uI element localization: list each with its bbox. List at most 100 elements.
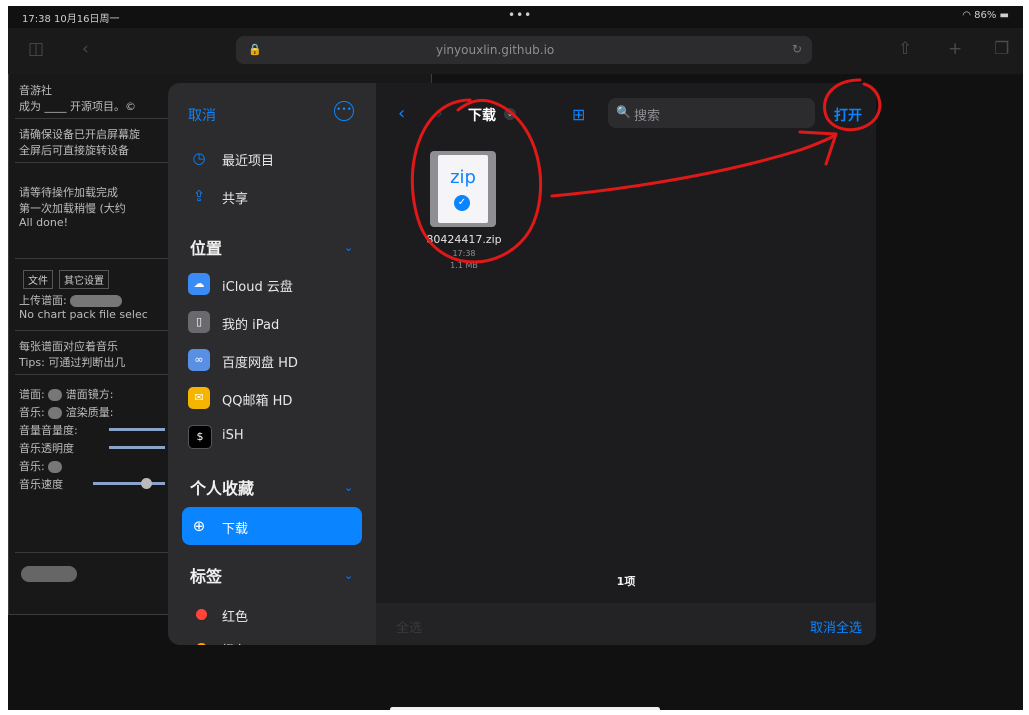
open-button[interactable]: 打开 xyxy=(834,105,862,125)
new-tab-icon[interactable]: + xyxy=(948,39,962,59)
sidebar-item-tag-orange[interactable]: 橙色 xyxy=(182,631,362,645)
more-icon[interactable]: ••• xyxy=(334,101,354,121)
icloud-icon: ☁ xyxy=(188,273,210,295)
option-toggle[interactable] xyxy=(48,461,63,473)
sidebar-item-label: 最近项目 xyxy=(222,154,275,169)
file-time: 17:38 xyxy=(452,249,476,258)
forward-icon[interactable]: › xyxy=(436,103,443,124)
upload-row: 上传谱面: xyxy=(19,292,123,308)
file-name: 80424417.zip xyxy=(426,233,502,246)
file-browser-main: ‹ › 下载 ⌄ ⊞ 🔍 搜索 打开 zip ✓ 80424417.zip 17… xyxy=(376,83,876,645)
option-row: 谱面: 谱面镜方: xyxy=(19,386,113,402)
zip-file-icon: zip ✓ xyxy=(438,155,488,223)
sidebar-item-label: 下载 xyxy=(222,522,249,537)
option-toggle[interactable] xyxy=(48,389,63,401)
sidebar-item-qq-mail[interactable]: ✉ QQ邮箱 HD xyxy=(182,381,362,415)
intro-line: 成为 ____ 开源项目。© xyxy=(19,100,136,113)
status-right: ◠ 86% ▬ xyxy=(962,10,1009,21)
share-icon[interactable]: ⇧ xyxy=(898,39,912,59)
sidebar-item-ish[interactable]: $ iSH xyxy=(182,419,362,453)
battery-icon: ▬ xyxy=(999,10,1009,21)
reload-icon[interactable]: ↻ xyxy=(792,42,802,56)
address-bar[interactable]: 🔒 yinyouxlin.github.io ↻ xyxy=(236,36,812,64)
sidebar-toggle-icon[interactable]: ◫ xyxy=(28,39,44,59)
start-button[interactable] xyxy=(21,566,77,582)
sidebar-item-label: 橙色 xyxy=(222,640,248,645)
sidebar-item-label: 红色 xyxy=(222,610,249,625)
hint-line: 请确保设备已开启屏幕旋 xyxy=(19,128,140,141)
file-picker-dialog: 取消 ••• ◷ 最近项目 ⇪ 共享 位置 ⌄ ☁ iCloud 云盘 ▯ 我的… xyxy=(168,83,876,645)
slider-label: 音量音量度: xyxy=(19,424,78,437)
search-input[interactable]: 🔍 搜索 xyxy=(608,98,815,128)
option-label: 谱面: xyxy=(19,388,45,401)
option-label: 渲染质量: xyxy=(65,406,114,419)
sidebar-item-label: 百度网盘 HD xyxy=(222,356,298,371)
ipad-icon: ▯ xyxy=(188,311,210,333)
file-size: 1.1 MB xyxy=(450,261,478,270)
sidebar-item-shared[interactable]: ⇪ 共享 xyxy=(182,179,362,213)
option-row: 音乐: xyxy=(19,458,63,474)
upload-label: 上传谱面: xyxy=(19,294,67,307)
sidebar-item-label: 我的 iPad xyxy=(222,318,280,333)
baidu-netdisk-icon: ∞ xyxy=(188,349,210,371)
folder-title[interactable]: 下载 xyxy=(468,105,496,125)
url-text: yinyouxlin.github.io xyxy=(436,43,555,57)
sidebar-item-label: 共享 xyxy=(222,192,249,207)
home-indicator[interactable] xyxy=(390,707,660,710)
slider-track[interactable] xyxy=(109,446,165,449)
search-placeholder: 搜索 xyxy=(634,109,661,124)
ish-icon: $ xyxy=(188,425,212,449)
clock-icon: ◷ xyxy=(192,149,206,167)
wifi-icon: ◠ xyxy=(962,10,971,21)
file-item[interactable]: zip ✓ 80424417.zip 17:38 1.1 MB xyxy=(414,147,514,277)
hint-line: 全屏后可直接旋转设备 xyxy=(19,144,129,157)
tab-other-settings[interactable]: 其它设置 xyxy=(59,270,109,289)
cancel-button[interactable]: 取消 xyxy=(188,105,216,125)
orange-tag-icon xyxy=(196,643,207,645)
sidebar-item-downloads[interactable]: ⊕ 下载 xyxy=(182,507,362,545)
loading-line: 第一次加载稍慢 (大约 xyxy=(19,202,126,215)
chevron-down-icon[interactable]: ⌄ xyxy=(344,569,353,582)
sidebar-item-tag-red[interactable]: 红色 xyxy=(182,597,362,631)
slider-knob[interactable] xyxy=(141,478,152,489)
bottom-toolbar: 全选 取消全选 xyxy=(376,603,876,645)
locations-header: 位置 xyxy=(190,239,223,258)
option-row: 音乐: 渲染质量: xyxy=(19,404,113,420)
select-all-button[interactable]: 全选 xyxy=(396,617,422,636)
shared-folder-icon: ⇪ xyxy=(192,187,206,205)
slider-track[interactable] xyxy=(109,428,165,431)
tab-file[interactable]: 文件 xyxy=(23,270,53,289)
qq-mail-icon: ✉ xyxy=(188,387,210,409)
aa-icon: 🔒 xyxy=(248,43,262,56)
chevron-down-icon[interactable]: ⌄ xyxy=(344,241,353,254)
sidebar-item-label: iCloud 云盘 xyxy=(222,280,293,295)
safari-toolbar: ◫ ‹ 🔒 yinyouxlin.github.io ↻ ⇧ + ❐ xyxy=(8,28,1023,74)
chevron-down-icon[interactable]: ⌄ xyxy=(504,108,516,120)
back-icon[interactable]: ‹ xyxy=(398,103,405,124)
file-status: No chart pack file selec xyxy=(19,308,148,321)
tabs-overview-icon[interactable]: ❐ xyxy=(994,39,1009,59)
ipad-screen: 17:38 10月16日周一 ••• ◠ 86% ▬ ◫ ‹ 🔒 yinyoux… xyxy=(8,6,1023,710)
slider-track[interactable] xyxy=(93,482,165,485)
chevron-down-icon[interactable]: ⌄ xyxy=(344,481,353,494)
back-icon[interactable]: ‹ xyxy=(82,39,89,59)
sidebar-item-baidu-netdisk[interactable]: ∞ 百度网盘 HD xyxy=(182,343,362,377)
deselect-all-button[interactable]: 取消全选 xyxy=(810,617,862,636)
slider-label: 音乐速度 xyxy=(19,478,63,491)
sidebar-item-icloud[interactable]: ☁ iCloud 云盘 xyxy=(182,267,362,301)
option-label: 音乐: xyxy=(19,460,45,473)
sidebar-item-label: iSH xyxy=(222,428,244,443)
option-toggle[interactable] xyxy=(48,407,63,419)
sidebar-item-my-ipad[interactable]: ▯ 我的 iPad xyxy=(182,305,362,339)
sidebar-item-recents[interactable]: ◷ 最近项目 xyxy=(182,141,362,175)
search-icon: 🔍 xyxy=(616,105,631,119)
battery-percent: 86% xyxy=(974,10,997,21)
grid-view-icon[interactable]: ⊞ xyxy=(572,105,585,124)
multitasking-dots[interactable]: ••• xyxy=(508,8,532,22)
tags-header: 标签 xyxy=(190,567,223,586)
loading-line: 请等待操作加载完成 xyxy=(19,186,118,199)
tips-line: Tips: 可通过判断出几 xyxy=(19,356,126,369)
choose-file-button[interactable] xyxy=(70,295,123,307)
slider-label: 音乐透明度 xyxy=(19,442,74,455)
loading-status: All done! xyxy=(19,216,68,229)
